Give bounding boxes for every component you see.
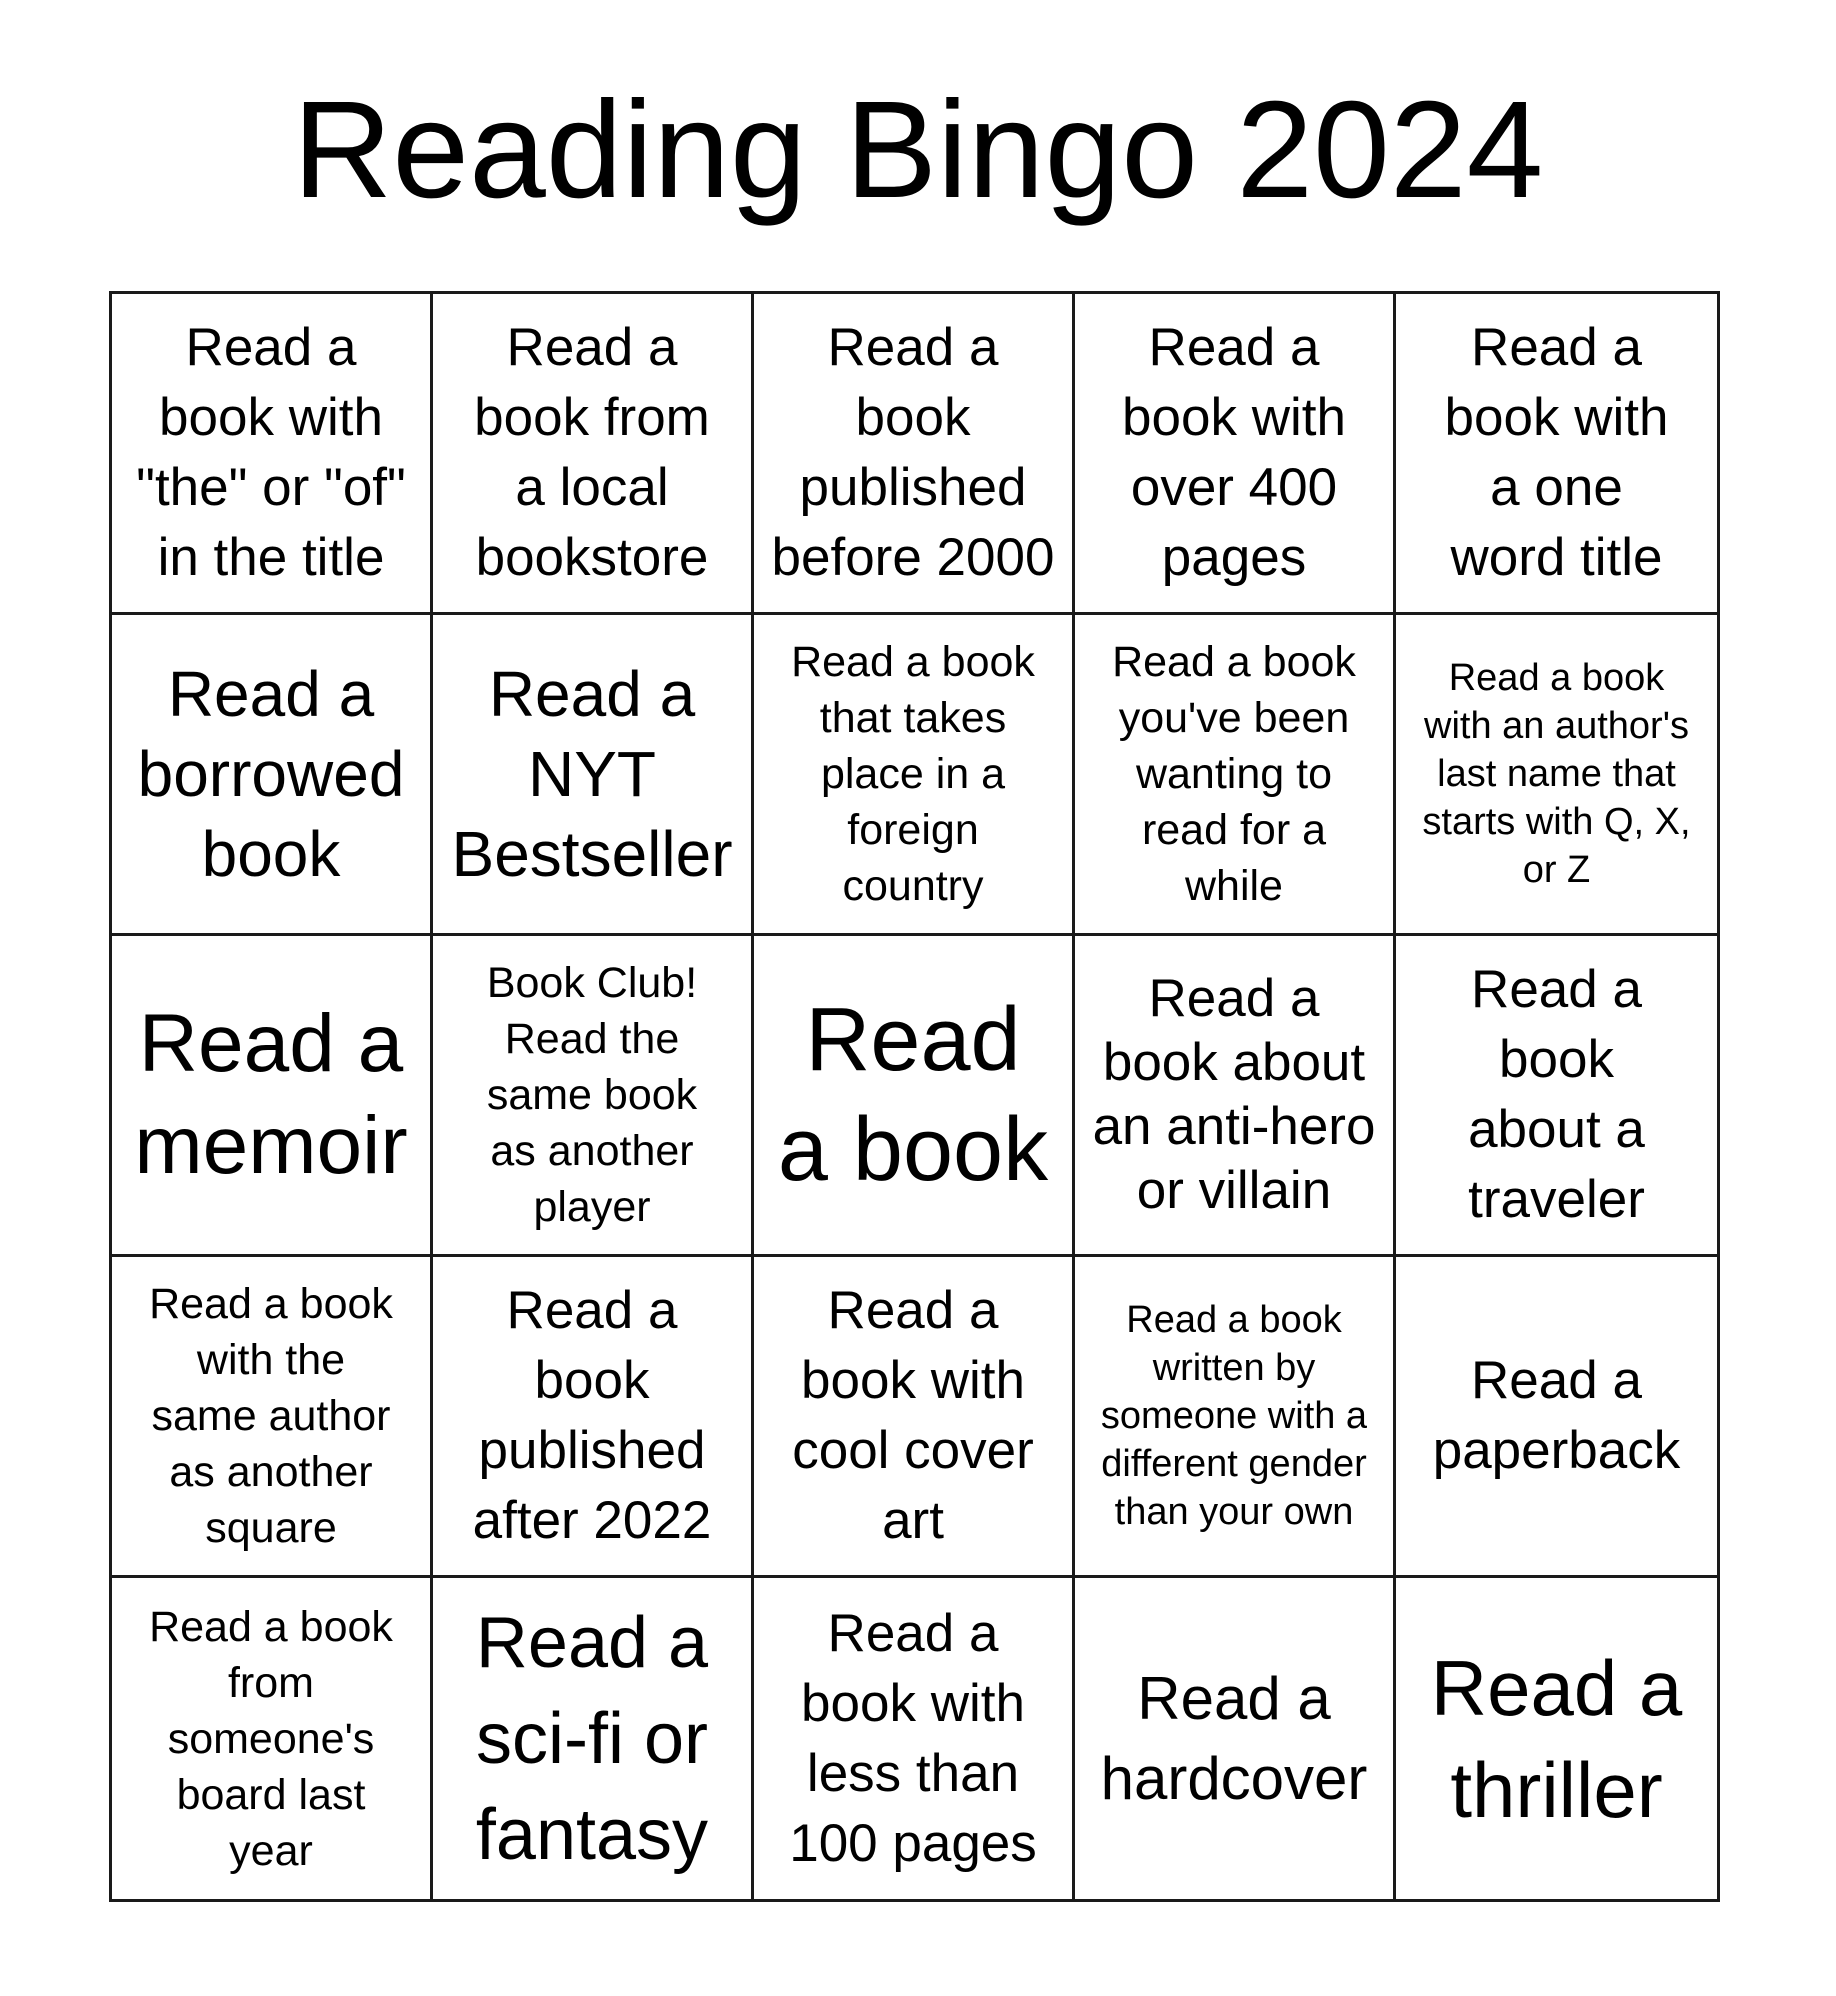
bingo-square-text: Read a book with "the" or "of" in the ti…	[136, 318, 406, 587]
bingo-square-text: Read a book	[777, 990, 1049, 1200]
bingo-square-text: Read a paperback	[1432, 1351, 1681, 1480]
bingo-square-text: Read a book that takes place in a foreig…	[791, 638, 1035, 910]
bingo-square-text: Read a book with an author's last name t…	[1422, 657, 1691, 891]
bingo-square-text: Read a NYT Bestseller	[451, 658, 733, 890]
bingo-square-text: Read a book published after 2022	[472, 1281, 712, 1550]
bingo-square[interactable]: Read a book published before 2000	[754, 294, 1075, 615]
bingo-square[interactable]: Read a book with cool cover art	[754, 1257, 1075, 1578]
bingo-square-text: Read a book about an anti-hero or villai…	[1092, 969, 1376, 1220]
bingo-square-text: Read a thriller	[1430, 1643, 1683, 1834]
bingo-square[interactable]: Read a book from someone's board last ye…	[112, 1578, 433, 1899]
bingo-square[interactable]: Read a book written by someone with a di…	[1075, 1257, 1396, 1578]
bingo-square[interactable]: Read a book with a one word title	[1396, 294, 1717, 615]
bingo-square[interactable]: Read a book that takes place in a foreig…	[754, 615, 1075, 936]
bingo-square[interactable]: Read a book about a traveler	[1396, 936, 1717, 1257]
bingo-square[interactable]: Read a NYT Bestseller	[433, 615, 754, 936]
bingo-square[interactable]: Read a book with less than 100 pages	[754, 1578, 1075, 1899]
bingo-square-text: Read a book with the same author as anot…	[149, 1280, 393, 1552]
bingo-square-text: Read a book about a traveler	[1468, 960, 1645, 1229]
bingo-square-text: Read a sci-fi or fantasy	[475, 1602, 709, 1875]
page-title: Reading Bingo 2024	[292, 73, 1544, 227]
bingo-square-text: Read a book from someone's board last ye…	[149, 1602, 393, 1875]
bingo-square-text: Read a hardcover	[1100, 1664, 1368, 1812]
bingo-square-text: Read a book published before 2000	[771, 318, 1055, 587]
bingo-square[interactable]: Read a borrowed book	[112, 615, 433, 936]
bingo-square[interactable]: Read a thriller	[1396, 1578, 1717, 1899]
bingo-square-text: Read a borrowed book	[137, 658, 405, 890]
bingo-square[interactable]: Read a book with the same author as anot…	[112, 1257, 433, 1578]
bingo-square[interactable]: Read a hardcover	[1075, 1578, 1396, 1899]
bingo-square-text: Read a book with over 400 pages	[1122, 318, 1346, 587]
bingo-square[interactable]: Read a book with "the" or "of" in the ti…	[112, 294, 433, 615]
bingo-square[interactable]: Read a book from a local bookstore	[433, 294, 754, 615]
bingo-square[interactable]: Book Club! Read the same book as another…	[433, 936, 754, 1257]
bingo-square[interactable]: Read a book	[754, 936, 1075, 1257]
bingo-square[interactable]: Read a book with over 400 pages	[1075, 294, 1396, 615]
bingo-square[interactable]: Read a book with an author's last name t…	[1396, 615, 1717, 936]
bingo-square-text: Read a book from a local bookstore	[474, 318, 710, 587]
bingo-square-text: Book Club! Read the same book as another…	[486, 959, 698, 1231]
bingo-square[interactable]: Read a book about an anti-hero or villai…	[1075, 936, 1396, 1257]
bingo-square-text: Read a book with a one word title	[1444, 318, 1669, 587]
bingo-square[interactable]: Read a book you've been wanting to read …	[1075, 615, 1396, 936]
bingo-square[interactable]: Read a book published after 2022	[433, 1257, 754, 1578]
bingo-square-text: Read a book with less than 100 pages	[789, 1603, 1037, 1873]
bingo-square[interactable]: Read a memoir	[112, 936, 433, 1257]
bingo-board: Read a book with "the" or "of" in the ti…	[109, 291, 1720, 1902]
bingo-square-text: Read a book with cool cover art	[792, 1281, 1034, 1550]
bingo-square[interactable]: Read a paperback	[1396, 1257, 1717, 1578]
bingo-square-text: Read a book written by someone with a di…	[1100, 1299, 1368, 1533]
bingo-square-text: Read a memoir	[134, 998, 408, 1191]
bingo-square[interactable]: Read a sci-fi or fantasy	[433, 1578, 754, 1899]
bingo-square-text: Read a book you've been wanting to read …	[1112, 638, 1356, 910]
